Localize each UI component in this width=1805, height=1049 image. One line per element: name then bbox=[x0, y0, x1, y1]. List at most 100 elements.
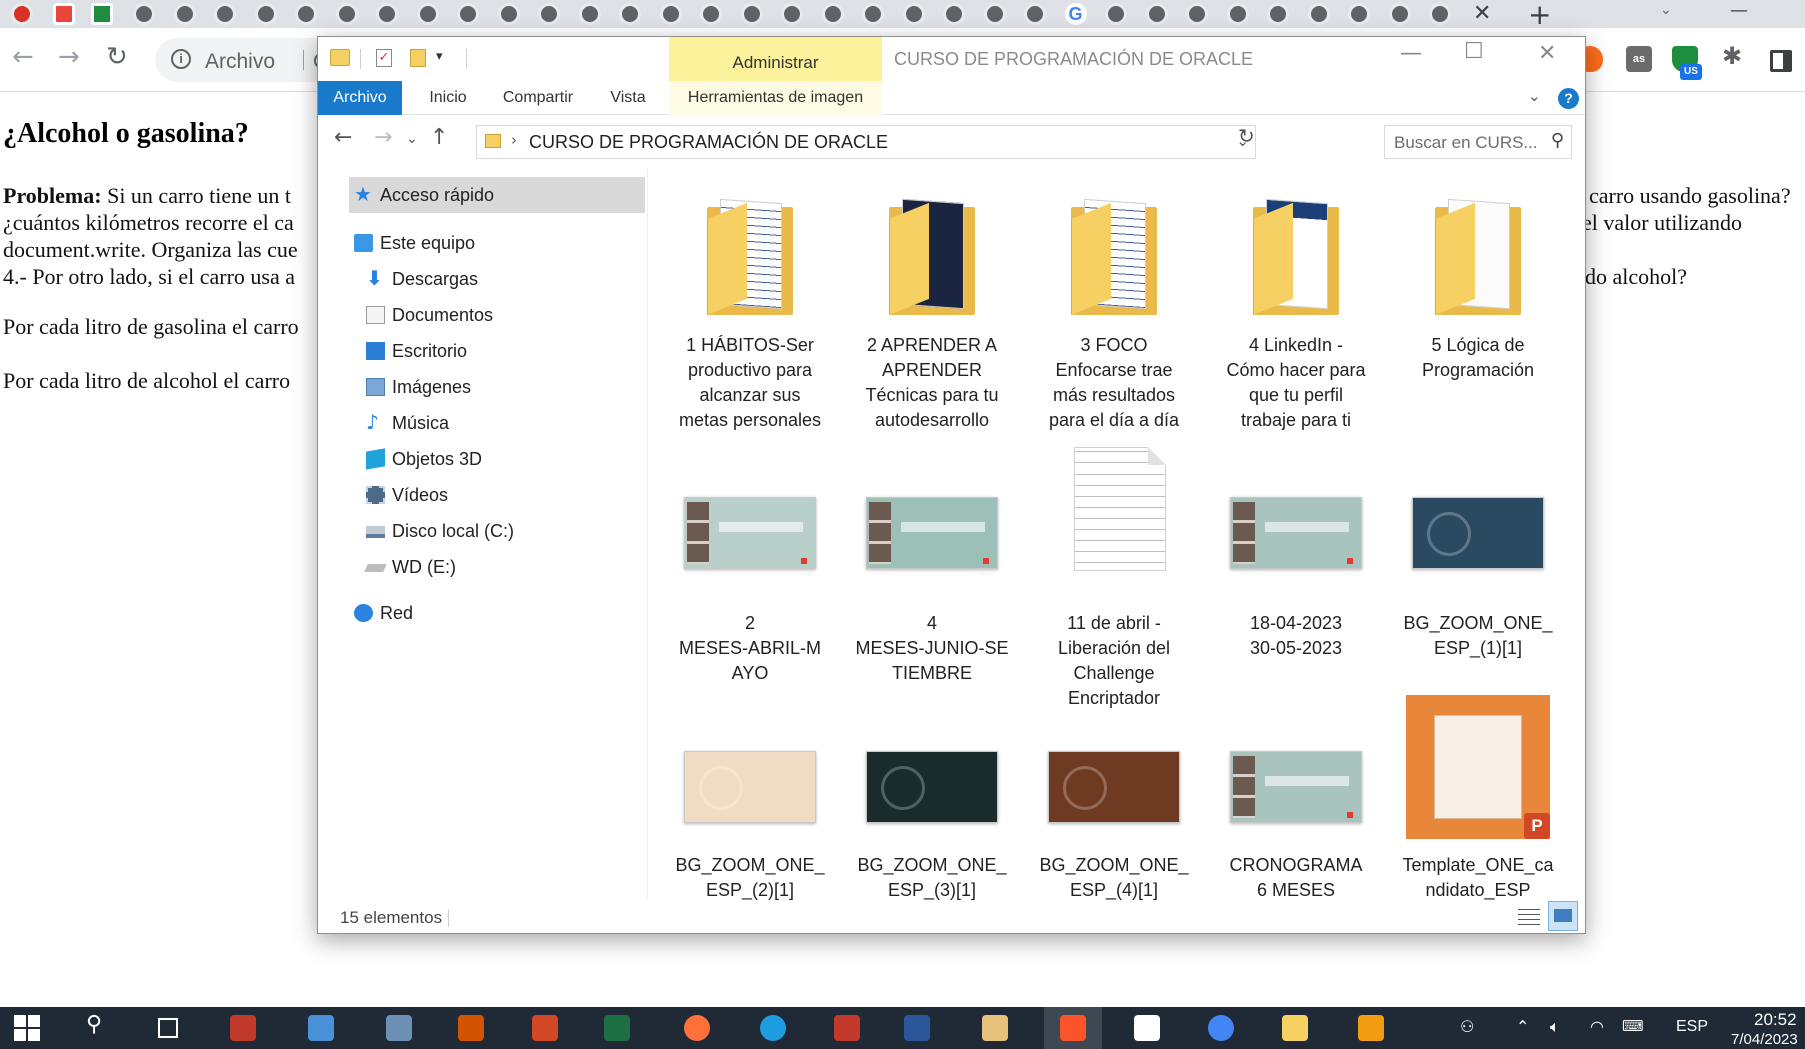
sidebar-item-escritorio[interactable]: Escritorio bbox=[349, 333, 645, 369]
computer-app-icon[interactable] bbox=[386, 1015, 412, 1041]
tab-favicon-icon[interactable] bbox=[53, 3, 75, 25]
properties-icon[interactable]: ✓ bbox=[376, 49, 392, 67]
tab-favicon-icon[interactable] bbox=[1105, 3, 1127, 25]
task-view-icon[interactable] bbox=[158, 1018, 178, 1038]
tab-favicon-icon[interactable] bbox=[376, 3, 398, 25]
sidebar-item-vídeos[interactable]: Vídeos bbox=[349, 477, 645, 513]
maximize-button[interactable]: ☐ bbox=[1464, 39, 1484, 64]
app-icon[interactable] bbox=[834, 1015, 860, 1041]
sublime-text-app-icon[interactable] bbox=[1358, 1015, 1384, 1041]
tab-close-icon[interactable]: ✕ bbox=[1473, 1, 1491, 26]
file-item[interactable]: P Template_ONE_ca ndidato_ESP bbox=[1398, 169, 1558, 900]
show-hidden-icons-chevron-icon[interactable]: ⌃ bbox=[1516, 1017, 1529, 1036]
tab-favicon-icon[interactable] bbox=[1348, 3, 1370, 25]
tab-archivo[interactable]: Archivo bbox=[318, 81, 402, 115]
file-item[interactable]: CRONOGRAMA 6 MESES bbox=[1216, 169, 1376, 900]
app-icon[interactable] bbox=[458, 1015, 484, 1041]
tab-inicio[interactable]: Inicio bbox=[418, 81, 478, 115]
tab-vista[interactable]: Vista bbox=[598, 81, 658, 115]
browser-minimize-button[interactable]: — bbox=[1730, 0, 1748, 21]
tab-favicon-icon[interactable] bbox=[1186, 3, 1208, 25]
sidebar-item-documentos[interactable]: Documentos bbox=[349, 297, 645, 333]
tab-herramientas-de-imagen[interactable]: Herramientas de imagen bbox=[669, 81, 882, 115]
firefox-app-icon[interactable] bbox=[684, 1015, 710, 1041]
info-icon[interactable]: i bbox=[171, 49, 191, 69]
extensions-puzzle-icon[interactable]: ✱ bbox=[1722, 42, 1748, 70]
breadcrumb[interactable]: CURSO DE PROGRAMACIÓN DE ORACLE bbox=[529, 132, 888, 153]
tab-favicon-icon[interactable] bbox=[295, 3, 317, 25]
tab-favicon-icon[interactable] bbox=[457, 3, 479, 25]
reload-icon[interactable]: ↻ bbox=[106, 42, 128, 72]
file-item[interactable]: BG_ZOOM_ONE_ ESP_(2)[1] bbox=[670, 169, 830, 900]
word-app-icon[interactable] bbox=[904, 1015, 930, 1041]
tab-favicon-icon[interactable] bbox=[1145, 3, 1168, 25]
tab-favicon-icon[interactable] bbox=[740, 3, 763, 25]
keyboard-icon[interactable]: ⌨ bbox=[1622, 1017, 1644, 1035]
breadcrumb-chevron-icon[interactable]: › bbox=[511, 131, 517, 149]
paint-app-icon[interactable] bbox=[982, 1015, 1008, 1041]
tab-favicon-icon[interactable] bbox=[578, 3, 601, 25]
side-panel-icon[interactable] bbox=[1770, 50, 1792, 72]
tab-favicon-icon[interactable] bbox=[659, 3, 682, 25]
tab-favicon-icon[interactable] bbox=[254, 3, 277, 25]
tab-favicon-icon[interactable] bbox=[538, 3, 560, 25]
tab-favicon-icon[interactable] bbox=[1267, 3, 1289, 25]
tab-favicon-icon[interactable] bbox=[335, 3, 358, 25]
details-view-icon[interactable] bbox=[1518, 905, 1540, 927]
search-icon[interactable]: ⚲ bbox=[86, 1012, 112, 1038]
refresh-icon[interactable]: ↻ bbox=[1238, 124, 1255, 148]
sidebar-item-objetos-3d[interactable]: Objetos 3D bbox=[349, 441, 645, 477]
tab-compartir[interactable]: Compartir bbox=[490, 81, 586, 115]
people-icon[interactable]: ⚇ bbox=[1460, 1017, 1474, 1036]
back-arrow-icon[interactable]: ← bbox=[12, 42, 34, 72]
chrome-app-icon[interactable] bbox=[1208, 1015, 1234, 1041]
control-panel-app-icon[interactable] bbox=[308, 1015, 334, 1041]
tab-favicon-icon[interactable] bbox=[214, 3, 236, 25]
tab-favicon-icon[interactable] bbox=[821, 3, 844, 25]
solitaire-app-icon[interactable] bbox=[230, 1015, 256, 1041]
minimize-button[interactable]: — bbox=[1400, 41, 1422, 66]
expand-ribbon-chevron-icon[interactable]: ⌄ bbox=[1528, 87, 1541, 105]
customize-qat-icon[interactable]: ▾ bbox=[436, 49, 443, 64]
search-input[interactable]: Buscar en CURS... ⚲ bbox=[1384, 125, 1572, 159]
powerpoint-app-icon[interactable] bbox=[532, 1015, 558, 1041]
tab-favicon-icon[interactable] bbox=[1388, 3, 1411, 25]
excel-app-icon[interactable] bbox=[604, 1015, 630, 1041]
forward-arrow-icon[interactable]: → bbox=[374, 125, 392, 150]
volume-icon[interactable]: 🔈︎ bbox=[1550, 1017, 1560, 1037]
sidebar-item-red[interactable]: Red bbox=[349, 595, 645, 631]
help-icon[interactable]: ? bbox=[1558, 88, 1579, 109]
file-explorer-app-icon[interactable] bbox=[1282, 1015, 1308, 1041]
large-icons-view-icon[interactable] bbox=[1548, 901, 1578, 931]
sidebar-item-descargas[interactable]: ⬇ Descargas bbox=[349, 261, 645, 297]
app-icon[interactable] bbox=[1134, 1015, 1160, 1041]
back-arrow-icon[interactable]: ← bbox=[334, 125, 352, 150]
tab-favicon-icon[interactable] bbox=[700, 3, 722, 25]
tab-search-chevron-icon[interactable]: ⌄ bbox=[1660, 2, 1672, 18]
clock-time[interactable]: 20:52 bbox=[1754, 1010, 1797, 1030]
sidebar-item-música[interactable]: ♪ Música bbox=[349, 405, 645, 441]
tab-favicon-icon[interactable] bbox=[902, 3, 925, 25]
lastpass-extension-icon[interactable]: as bbox=[1626, 46, 1652, 72]
tab-favicon-icon[interactable] bbox=[862, 3, 884, 25]
sidebar-item-este-equipo[interactable]: Este equipo bbox=[349, 225, 645, 261]
tab-favicon-icon[interactable] bbox=[943, 3, 965, 25]
explorer-title-bar[interactable]: ✓ ▾ Administrar CURSO DE PROGRAMACIÓN DE… bbox=[318, 37, 1585, 81]
forward-arrow-icon[interactable]: → bbox=[58, 42, 80, 72]
wifi-icon[interactable]: ◠ bbox=[1590, 1017, 1604, 1036]
edge-app-icon[interactable] bbox=[760, 1015, 786, 1041]
tab-favicon-icon[interactable] bbox=[1429, 3, 1451, 25]
google-favicon-icon[interactable]: G bbox=[1064, 3, 1087, 25]
sidebar-item-acceso-rápido[interactable]: ★ Acceso rápido bbox=[349, 177, 645, 213]
clock-date[interactable]: 7/04/2023 bbox=[1731, 1031, 1798, 1048]
new-tab-button[interactable]: + bbox=[1528, 0, 1551, 31]
file-item[interactable]: BG_ZOOM_ONE_ ESP_(3)[1] bbox=[852, 169, 1012, 900]
close-button[interactable]: ✕ bbox=[1538, 41, 1556, 66]
sidebar-item-disco-local-c[interactable]: Disco local (C:) bbox=[349, 513, 645, 549]
tab-favicon-icon[interactable] bbox=[91, 3, 113, 25]
up-arrow-icon[interactable]: ↑ bbox=[430, 125, 448, 150]
explorer-address-bar[interactable]: › CURSO DE PROGRAMACIÓN DE ORACLE ⌄ bbox=[476, 125, 1256, 159]
tab-favicon-icon[interactable] bbox=[173, 3, 196, 25]
recent-locations-chevron-icon[interactable]: ⌄ bbox=[406, 131, 418, 147]
tab-favicon-icon[interactable] bbox=[1307, 3, 1330, 25]
